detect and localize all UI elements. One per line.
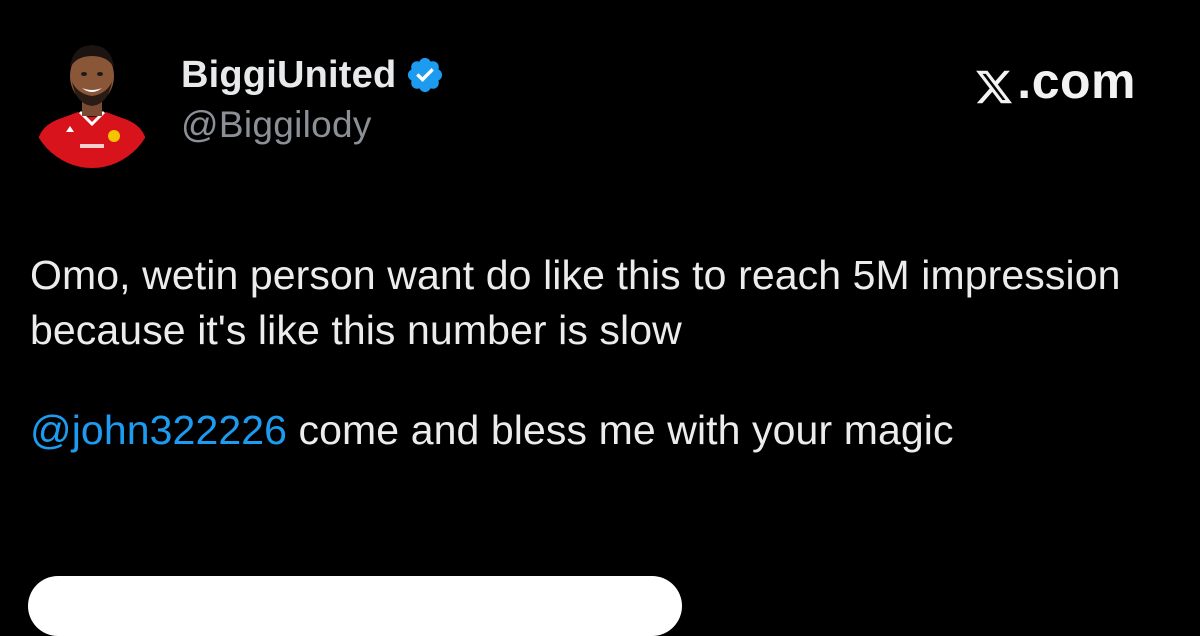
tweet-text: Omo, wetin person want do like this to r… (30, 248, 1180, 458)
tweet-paragraph-2-text: come and bless me with your magic (287, 407, 954, 453)
tweet-paragraph-2: @john322226 come and bless me with your … (30, 403, 1180, 458)
tweet-paragraph-1: Omo, wetin person want do like this to r… (30, 252, 1121, 353)
embedded-card[interactable] (28, 576, 682, 636)
tweet-header: BiggiUnited @Biggilody .com (28, 30, 1172, 180)
tweet-card: BiggiUnited @Biggilody .com Omo, wetin p… (0, 0, 1200, 636)
user-block: BiggiUnited @Biggilody (181, 50, 445, 146)
x-logo-icon (974, 61, 1014, 104)
name-row: BiggiUnited (181, 50, 445, 100)
verified-badge-icon (405, 55, 445, 95)
mention-link[interactable]: @john322226 (30, 407, 287, 453)
avatar[interactable] (28, 32, 156, 168)
display-name[interactable]: BiggiUnited (181, 54, 396, 97)
source-label: .com (974, 52, 1136, 110)
source-domain: .com (1017, 53, 1136, 109)
user-handle[interactable]: @Biggilody (181, 104, 445, 146)
avatar-image (28, 32, 156, 168)
